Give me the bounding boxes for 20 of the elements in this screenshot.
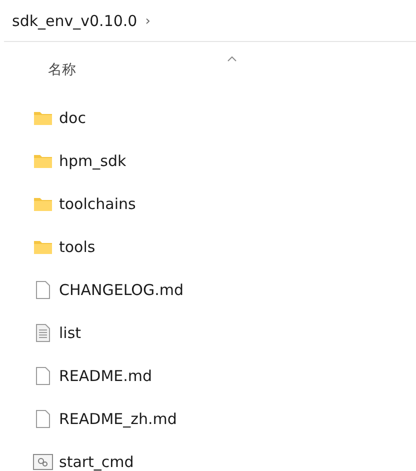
file-name[interactable]: CHANGELOG.md — [59, 280, 184, 298]
file-icon — [33, 410, 53, 428]
file-name[interactable]: tools — [59, 238, 96, 256]
file-name[interactable]: list — [59, 324, 82, 342]
folder-icon — [33, 110, 53, 124]
folder-icon — [33, 240, 53, 254]
breadcrumb-separator[interactable]: › — [145, 14, 150, 28]
column-header[interactable]: 名称 — [48, 61, 76, 79]
file-icon — [33, 280, 53, 298]
file-name[interactable]: README.md — [59, 366, 152, 384]
file-name[interactable]: README_zh.md — [59, 410, 177, 428]
folder-icon — [33, 196, 53, 210]
file-name[interactable]: toolchains — [59, 194, 136, 212]
file-icon — [33, 366, 53, 384]
text-file-icon — [33, 324, 53, 342]
folder-icon — [33, 154, 53, 168]
file-name[interactable]: hpm_sdk — [59, 152, 126, 170]
file-name[interactable]: start_cmd — [59, 452, 134, 470]
breadcrumb-item[interactable]: sdk_env_v0.10.0 — [12, 12, 138, 30]
file-name[interactable]: doc — [59, 108, 86, 126]
